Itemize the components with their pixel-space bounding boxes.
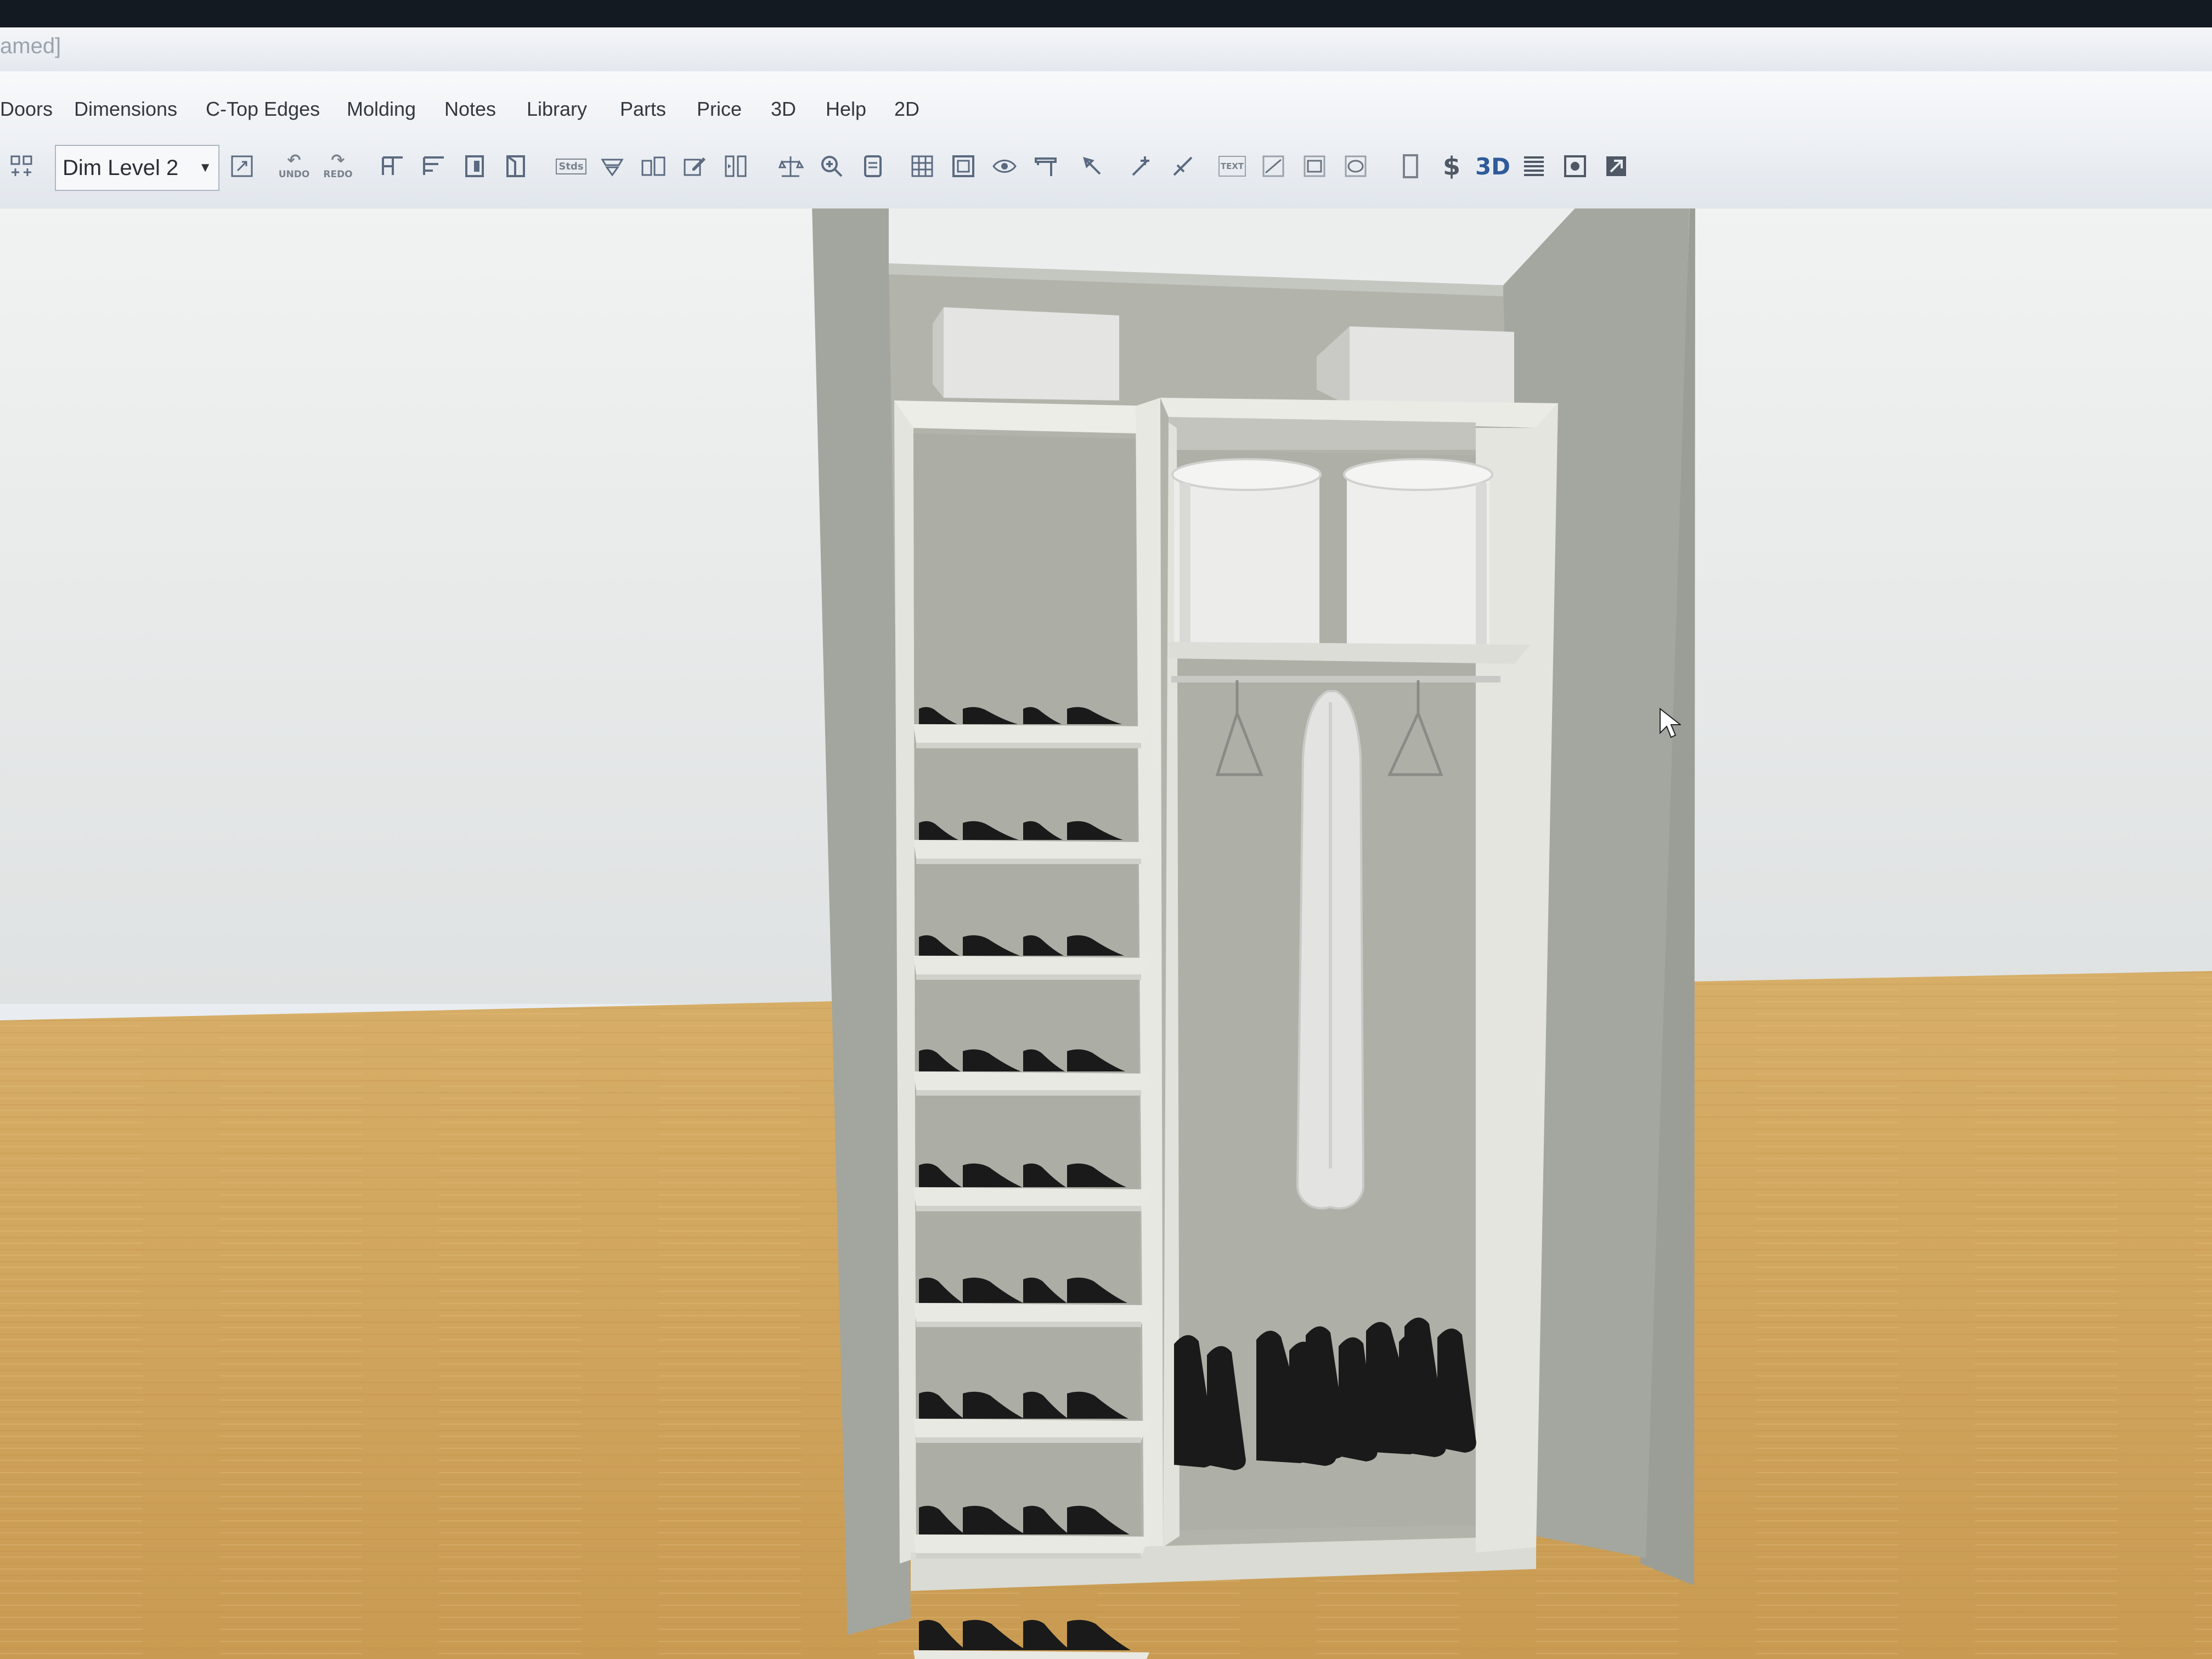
- page-icon[interactable]: [856, 149, 890, 183]
- dim-level-select[interactable]: Dim Level 2 ▼: [55, 145, 219, 191]
- shoe-shelf-edge: [916, 1553, 1141, 1559]
- shoe-shelf-edge: [916, 1322, 1141, 1327]
- shoe-shelf-edge: [916, 859, 1141, 864]
- shoe-shelf-edge: [916, 1090, 1141, 1096]
- shoe-shelf-edge: [916, 743, 1141, 748]
- shoe-shelf-edge: [916, 1206, 1141, 1211]
- menu-3d[interactable]: 3D: [771, 98, 796, 121]
- view-3d-icon: 3D: [1475, 153, 1511, 180]
- undo-button[interactable]: ↶ UNDO: [277, 149, 311, 183]
- door-icon[interactable]: [1393, 149, 1427, 183]
- edit-icon[interactable]: [678, 149, 712, 183]
- shelf-icon[interactable]: [1029, 149, 1063, 183]
- price-button[interactable]: $: [1435, 149, 1469, 183]
- menu-notes[interactable]: Notes: [444, 98, 496, 121]
- tall-cabinet-icon[interactable]: [458, 149, 492, 183]
- menu-molding[interactable]: Molding: [347, 98, 416, 121]
- base-cabinet-icon[interactable]: [417, 149, 451, 183]
- undo-icon: ↶: [287, 151, 301, 170]
- corner-cabinet-icon[interactable]: [499, 149, 533, 183]
- mouse-cursor-icon: [1660, 708, 1681, 738]
- menu-c-top-edges[interactable]: C-Top Edges: [206, 98, 320, 121]
- menu-library[interactable]: Library: [527, 98, 587, 121]
- zoom-extents-icon[interactable]: [225, 149, 259, 183]
- grid-icon[interactable]: [905, 149, 939, 183]
- view-3d-button[interactable]: 3D: [1475, 149, 1511, 183]
- chevron-down-icon: ▼: [199, 160, 212, 175]
- menu-price[interactable]: Price: [697, 98, 742, 121]
- line-tool-icon[interactable]: [1166, 149, 1200, 183]
- toolbar: Dim Level 2 ▼ ↶ UNDO ↷ REDO Stds TEXT $ …: [0, 137, 2212, 210]
- hat-box-left: [1171, 458, 1322, 656]
- eye-icon[interactable]: [988, 149, 1022, 183]
- shoe-shelf-edge: [916, 1437, 1141, 1443]
- menu-parts[interactable]: Parts: [620, 98, 666, 121]
- undo-label: UNDO: [278, 169, 310, 180]
- hat-box-right: [1343, 458, 1493, 656]
- stds-button[interactable]: Stds: [554, 149, 588, 183]
- redo-button[interactable]: ↷ REDO: [321, 149, 355, 183]
- menu-help[interactable]: Help: [826, 98, 866, 121]
- storage-box-right: [1350, 326, 1514, 406]
- zoom-icon[interactable]: [815, 149, 849, 183]
- list-icon[interactable]: [1517, 149, 1551, 183]
- closet-3d-scene: [0, 208, 2212, 1659]
- redo-icon: ↷: [331, 151, 345, 170]
- menu-dimensions[interactable]: Dimensions: [74, 98, 177, 121]
- shoe-shelf-edge: [916, 974, 1141, 980]
- pick-icon[interactable]: [1075, 149, 1109, 183]
- title-bar: amed]: [0, 27, 2212, 72]
- app-window: amed] Doors Dimensions C-Top Edges Moldi…: [0, 27, 2212, 1659]
- render-icon[interactable]: [1558, 149, 1592, 183]
- price-icon: $: [1442, 151, 1460, 181]
- redo-label: REDO: [323, 169, 353, 180]
- split-icon[interactable]: [719, 149, 753, 183]
- add-point-icon[interactable]: [1125, 149, 1159, 183]
- filler-icon[interactable]: [595, 149, 629, 183]
- hanging-rod: [1171, 676, 1500, 682]
- menu-doors[interactable]: Doors: [0, 98, 53, 121]
- 3d-viewport[interactable]: [0, 208, 2212, 1659]
- grid-add-icon[interactable]: [4, 149, 38, 183]
- rectangle-icon[interactable]: [1297, 149, 1331, 183]
- wall-cabinet-icon[interactable]: [376, 149, 410, 183]
- line-icon[interactable]: [1256, 149, 1290, 183]
- ellipse-icon[interactable]: [1339, 149, 1373, 183]
- dim-level-value: Dim Level 2: [63, 156, 179, 180]
- text-button[interactable]: TEXT: [1215, 149, 1249, 183]
- right-section-upper-cubby: [1169, 417, 1476, 450]
- shoe-tower-interior: [913, 433, 1141, 1558]
- menu-2d[interactable]: 2D: [894, 98, 919, 121]
- frame-icon[interactable]: [946, 149, 980, 183]
- stds-icon: Stds: [556, 158, 586, 174]
- divide-icon[interactable]: [636, 149, 670, 183]
- export-icon[interactable]: [1599, 149, 1633, 183]
- text-icon: TEXT: [1218, 156, 1246, 177]
- menu-bar: Doors Dimensions C-Top Edges Molding Not…: [0, 71, 2212, 137]
- window-title: amed]: [0, 34, 61, 58]
- storage-box-left: [944, 307, 1119, 400]
- measure-icon[interactable]: [774, 149, 808, 183]
